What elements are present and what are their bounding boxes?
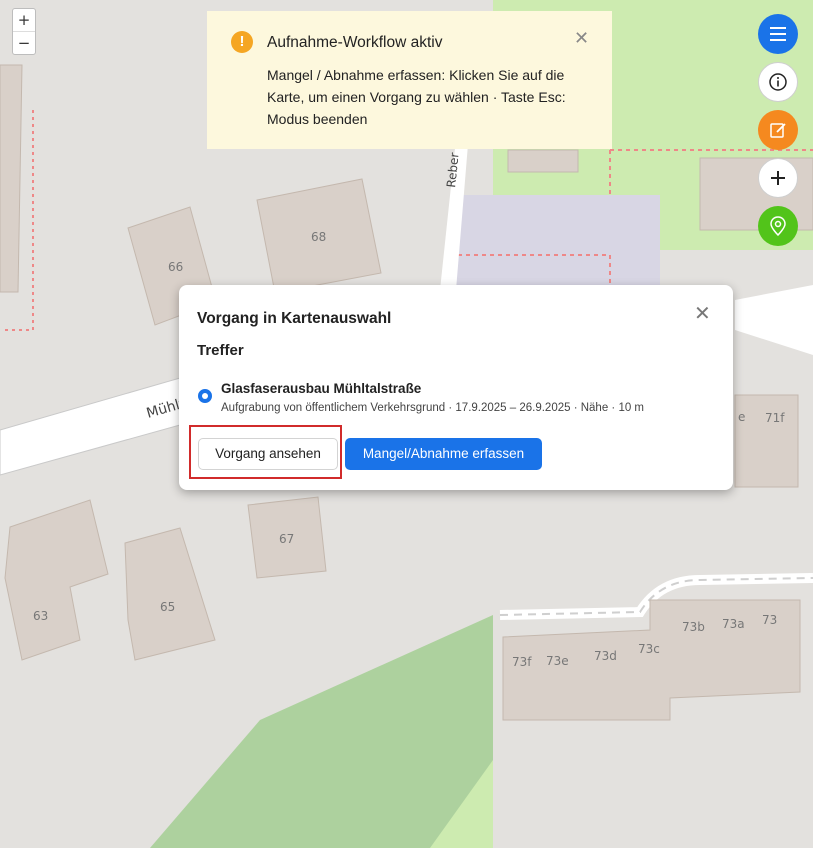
record-defect-button[interactable]: Mangel/Abnahme erfassen <box>345 438 542 470</box>
banner-message: Mangel / Abnahme erfassen: Klicken Sie a… <box>267 67 566 127</box>
close-icon[interactable]: ✕ <box>574 28 589 49</box>
house-number: e <box>738 410 745 424</box>
info-icon <box>769 73 787 91</box>
edit-icon <box>770 123 786 138</box>
house-number: 65 <box>160 600 175 614</box>
highlight-box <box>189 425 342 479</box>
menu-icon <box>770 27 786 41</box>
house-number: 66 <box>168 260 183 274</box>
house-number: 73e <box>546 654 569 668</box>
result-meta: Aufgrabung von öffentlichem Verkehrsgrun… <box>221 402 645 414</box>
workflow-banner: ! Aufnahme-Workflow aktiv Mangel / Abnah… <box>207 11 612 149</box>
result-radio[interactable] <box>198 389 212 403</box>
zoom-in-button[interactable]: + <box>13 9 35 31</box>
house-number: 71f <box>765 411 785 425</box>
house-number: 73a <box>722 617 745 631</box>
house-number: 73 <box>762 613 777 627</box>
banner-title: Aufnahme-Workflow aktiv <box>267 34 443 51</box>
plus-icon <box>771 171 785 185</box>
house-number: 67 <box>279 532 294 546</box>
zoom-out-button[interactable]: − <box>13 31 35 54</box>
house-number: 68 <box>311 230 326 244</box>
close-icon[interactable]: ✕ <box>694 301 711 325</box>
menu-button[interactable] <box>758 14 798 54</box>
add-button[interactable] <box>758 158 798 198</box>
location-pin-icon <box>770 216 786 236</box>
results-heading: Treffer <box>197 342 244 359</box>
warning-icon: ! <box>231 31 253 53</box>
zoom-control: + − <box>12 8 36 55</box>
house-number: 73f <box>512 655 532 669</box>
house-number: 73b <box>682 620 705 634</box>
house-number: 73d <box>594 649 617 663</box>
dialog-title: Vorgang in Kartenauswahl <box>197 310 392 327</box>
location-button[interactable] <box>758 206 798 246</box>
result-title[interactable]: Glasfaserausbau Mühltalstraße <box>221 381 421 396</box>
house-number: 63 <box>33 609 48 623</box>
house-number: 73c <box>638 642 660 656</box>
info-button[interactable] <box>758 62 798 102</box>
edit-button[interactable] <box>758 110 798 150</box>
